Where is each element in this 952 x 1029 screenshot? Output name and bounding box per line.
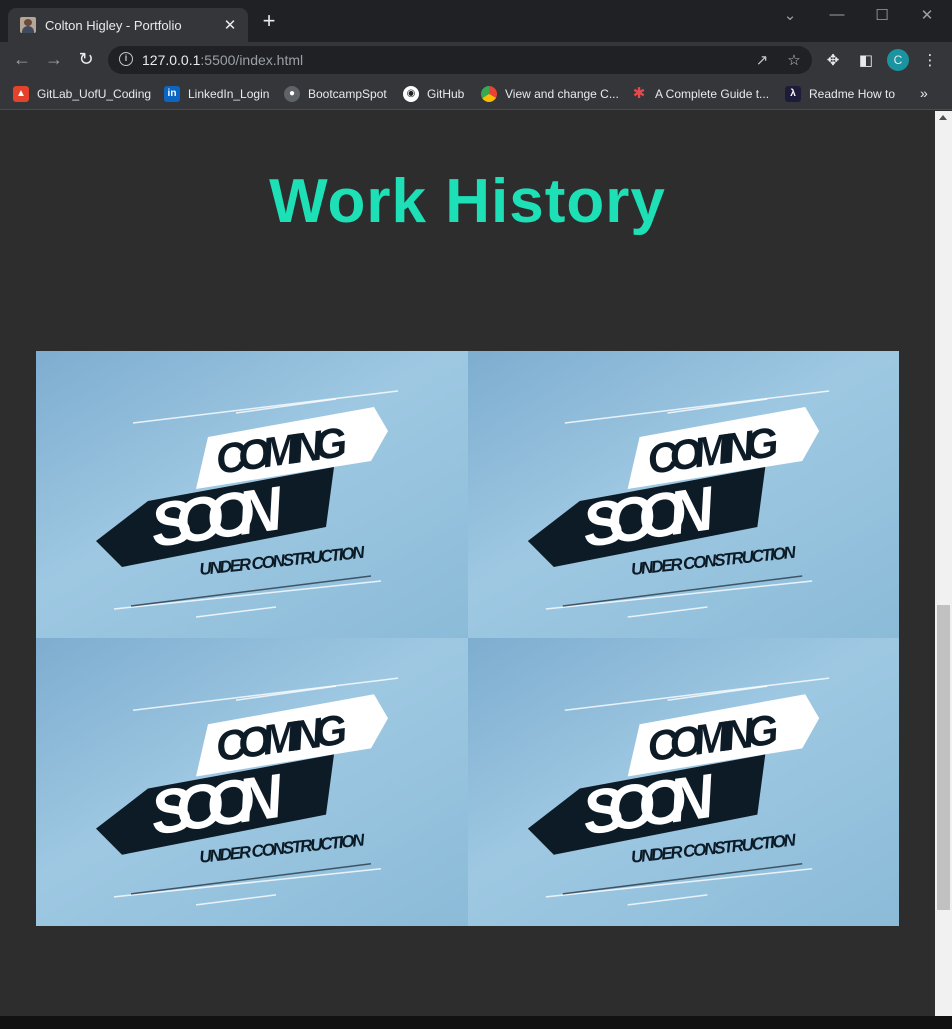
- bookmarks-bar: ▲ GitLab_UofU_Coding in LinkedIn_Login ●…: [0, 78, 952, 110]
- profile-avatar[interactable]: C: [887, 49, 909, 71]
- dev-icon: λ: [785, 86, 801, 102]
- bookmark-complete-guide[interactable]: ✱ A Complete Guide t...: [631, 84, 769, 104]
- tab-title: Colton Higley - Portfolio: [45, 17, 182, 33]
- coming-soon-banner-image: COMINGSOONUNDER CONSTRUCTION: [96, 390, 399, 618]
- extensions-puzzle-icon[interactable]: ✥: [823, 51, 843, 69]
- speed-line: [113, 868, 382, 898]
- side-panel-icon[interactable]: ◧: [856, 51, 876, 69]
- speed-line: [195, 894, 277, 906]
- speed-line: [195, 606, 277, 618]
- speed-line: [235, 685, 337, 701]
- back-arrow-icon[interactable]: ←: [12, 50, 32, 70]
- browser-toolbar: ← → ↻ i 127.0.0.1:5500/index.html ↗ ☆ ✥ …: [0, 42, 952, 78]
- close-tab-icon[interactable]: ✕: [220, 16, 240, 34]
- coming-soon-banner-image: COMINGSOONUNDER CONSTRUCTION: [527, 390, 830, 618]
- browser-titlebar: Colton Higley - Portfolio ✕ + ⌄ — ☐ ✕: [0, 0, 952, 42]
- work-card[interactable]: COMING SOON UNDER CONSTRUCTION: [36, 638, 468, 926]
- new-tab-button[interactable]: +: [258, 10, 280, 33]
- speed-line: [235, 398, 337, 414]
- url-text[interactable]: 127.0.0.1:5500/index.html: [142, 52, 303, 68]
- soon-text: SOON: [578, 474, 719, 561]
- bookmark-github[interactable]: ◉ GitHub: [403, 84, 464, 104]
- address-bar[interactable]: i 127.0.0.1:5500/index.html ↗ ☆: [108, 46, 812, 74]
- minimize-icon[interactable]: —: [822, 6, 852, 23]
- work-card[interactable]: COMING SOON UNDER CONSTRUCTION: [468, 638, 899, 926]
- menu-kebab-icon[interactable]: ⋮: [920, 51, 940, 69]
- bookmark-star-icon[interactable]: ☆: [784, 51, 804, 69]
- speed-line: [627, 606, 708, 618]
- page-viewport: Work History COMING SOON UNDER CONSTRUCTIO…: [0, 111, 935, 1016]
- soon-text: SOON: [146, 762, 287, 849]
- forward-arrow-icon[interactable]: →: [44, 50, 64, 70]
- browser-tab[interactable]: Colton Higley - Portfolio ✕: [8, 8, 248, 42]
- speed-line: [113, 580, 382, 610]
- work-card[interactable]: COMING SOON UNDER CONSTRUCTION: [468, 351, 899, 638]
- soon-text: SOON: [578, 761, 719, 848]
- gitlab-icon: ▲: [13, 86, 29, 102]
- bookmark-bootcampspot[interactable]: ● BootcampSpot: [284, 84, 387, 104]
- speed-line: [545, 868, 813, 898]
- profile-photo-favicon-icon: [20, 17, 36, 33]
- vertical-scrollbar[interactable]: [935, 111, 952, 1016]
- maximize-icon[interactable]: ☐: [867, 6, 897, 24]
- bookmark-gitlab[interactable]: ▲ GitLab_UofU_Coding: [13, 84, 151, 104]
- chrome-icon: [481, 86, 497, 102]
- github-icon: ◉: [403, 86, 419, 102]
- work-card[interactable]: COMING SOON UNDER CONSTRUCTION: [36, 351, 468, 638]
- taskbar-strip: [0, 1016, 952, 1029]
- asterisk-icon: ✱: [632, 85, 646, 102]
- section-heading: Work History: [269, 167, 666, 236]
- bookmark-linkedin[interactable]: in LinkedIn_Login: [164, 84, 269, 104]
- speed-line: [667, 685, 768, 701]
- speed-line: [627, 894, 708, 906]
- work-history-grid: COMING SOON UNDER CONSTRUCTION COMING SOON U…: [36, 351, 899, 926]
- soon-text: SOON: [146, 474, 288, 561]
- more-bookmarks-icon[interactable]: »: [920, 85, 928, 101]
- site-info-icon[interactable]: i: [119, 52, 133, 66]
- coming-soon-banner-image: COMINGSOONUNDER CONSTRUCTION: [527, 677, 830, 906]
- close-window-icon[interactable]: ✕: [912, 6, 942, 24]
- linkedin-icon: in: [164, 86, 180, 102]
- speed-line: [667, 398, 768, 414]
- scrollbar-thumb[interactable]: [937, 605, 950, 910]
- globe-icon: ●: [284, 86, 300, 102]
- share-icon[interactable]: ↗: [752, 51, 772, 69]
- coming-soon-banner-image: COMINGSOONUNDER CONSTRUCTION: [96, 677, 399, 906]
- scroll-up-arrow-icon[interactable]: [939, 115, 947, 120]
- bookmark-chrome-settings[interactable]: View and change C...: [481, 84, 619, 104]
- tab-search-icon[interactable]: ⌄: [775, 6, 805, 24]
- speed-line: [545, 580, 813, 610]
- bookmark-readme[interactable]: λ Readme How to: [785, 84, 895, 104]
- reload-icon[interactable]: ↻: [76, 50, 96, 70]
